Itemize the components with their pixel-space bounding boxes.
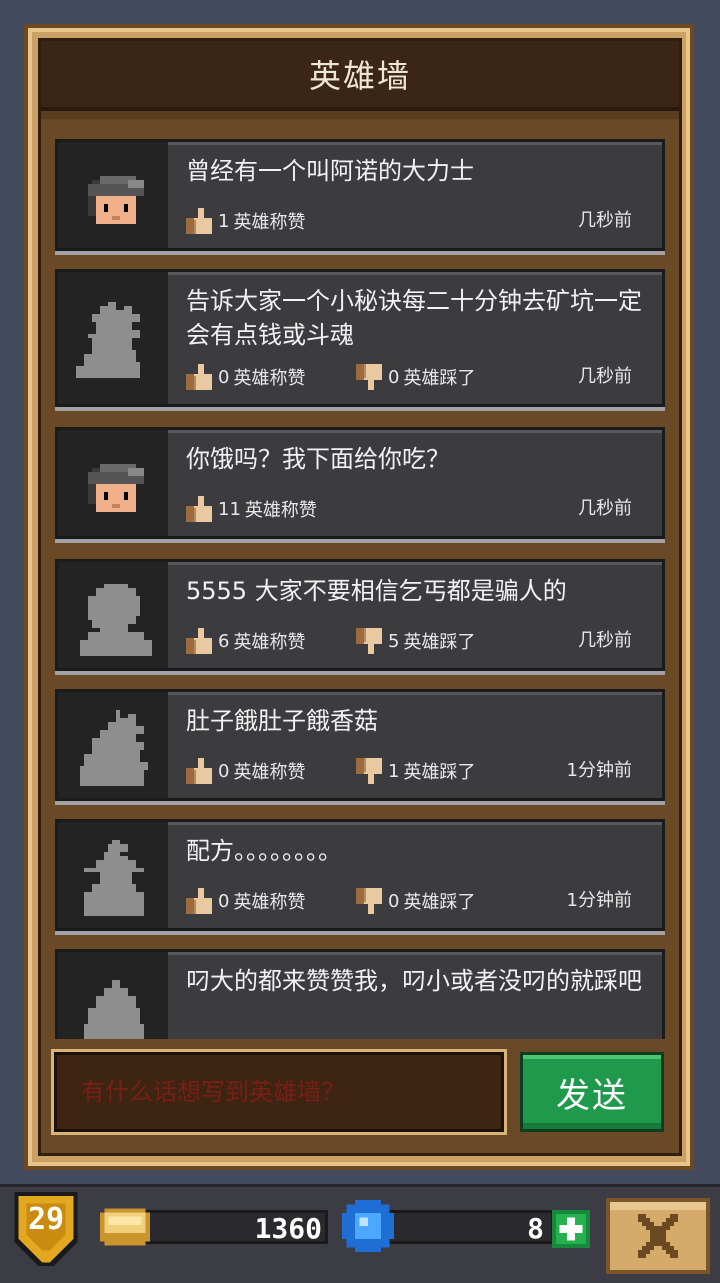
thumbs-up-icon — [186, 888, 212, 914]
message-card: 配方。。。。。。。。 0 英雄称赞 0 英雄踩了 1分钟前 — [55, 819, 665, 931]
gem-amount: 8 — [527, 1212, 544, 1245]
avatar-frame — [58, 142, 168, 248]
thumbs-down-icon — [356, 888, 382, 914]
message-card: 5555 大家不要相信乞丐都是骗人的 6 英雄称赞 5 英雄踩了 几秒前 — [55, 559, 665, 671]
post-time: 几秒前 — [578, 630, 632, 651]
post-time: 几秒前 — [578, 366, 632, 387]
blue-gem-icon — [342, 1200, 394, 1252]
thumbs-down-icon — [356, 628, 382, 654]
title-bar: 英雄墙 — [41, 41, 679, 111]
message-text: 告诉大家一个小秘诀每二十分钟去矿坑一定会有点钱或斗魂 — [186, 287, 642, 349]
message-text: 你饿吗？我下面给你吃？ — [186, 445, 450, 473]
like-count: 1 — [218, 210, 230, 232]
thumbs-up-icon — [186, 628, 212, 654]
dislike-count: 5 — [388, 630, 400, 652]
like-label: 英雄称赞 — [233, 632, 306, 653]
thumbs-up-icon — [186, 364, 212, 390]
thumbs-down-icon — [356, 364, 382, 390]
spiky-silhouette-avatar — [76, 302, 140, 378]
like-label: 英雄称赞 — [233, 212, 306, 233]
gold-coin-icon — [100, 1208, 150, 1246]
like-button[interactable]: 0 英雄称赞 — [186, 758, 305, 784]
thumbs-up-icon — [186, 496, 212, 522]
like-label: 英雄称赞 — [233, 368, 306, 389]
add-gems-button[interactable] — [552, 1210, 590, 1248]
message-text: 肚子餓肚子餓香菇 — [186, 707, 378, 735]
message-list[interactable]: 曾经有一个叫阿诺的大力士 1 英雄称赞 几秒前 告诉大家一个小秘诀每二十分钟去矿… — [41, 119, 679, 1039]
like-button[interactable]: 0 英雄称赞 — [186, 364, 305, 390]
message-text: 配方。。。。。。。。 — [186, 837, 342, 865]
message-card: 告诉大家一个小秘诀每二十分钟去矿坑一定会有点钱或斗魂 0 英雄称赞 0 英雄踩了… — [55, 269, 665, 407]
message-text: 曾经有一个叫阿诺的大力士 — [186, 157, 474, 185]
drop-silhouette-avatar — [84, 980, 144, 1039]
message-input-box[interactable] — [54, 1052, 504, 1132]
avatar-frame — [58, 822, 168, 928]
message-card: 你饿吗？我下面给你吃？ 11 英雄称赞 几秒前 — [55, 427, 665, 539]
avatar-frame — [58, 692, 168, 798]
round-silhouette-avatar — [80, 584, 152, 656]
like-button[interactable]: 11 英雄称赞 — [186, 496, 317, 522]
avatar-frame — [58, 430, 168, 536]
player-level: 29 — [27, 1202, 65, 1237]
hat-silhouette-avatar — [84, 840, 144, 916]
like-label: 英雄称赞 — [244, 500, 317, 521]
like-count: 0 — [218, 760, 230, 782]
avatar-frame — [58, 562, 168, 668]
thumbs-down-icon — [356, 758, 382, 784]
like-button[interactable]: 6 英雄称赞 — [186, 628, 305, 654]
send-button[interactable]: 发送 — [520, 1052, 664, 1132]
like-count: 6 — [218, 630, 230, 652]
thumbs-up-icon — [186, 758, 212, 784]
post-time: 几秒前 — [578, 210, 632, 231]
close-button[interactable] — [606, 1198, 710, 1274]
dislike-button[interactable]: 0 英雄踩了 — [356, 888, 475, 914]
like-button[interactable]: 0 英雄称赞 — [186, 888, 305, 914]
wild-silhouette-avatar — [80, 710, 148, 786]
message-text: 叼大的都来赞赞我，叼小或者没叼的就踩吧 — [186, 967, 642, 995]
post-time: 1分钟前 — [566, 760, 632, 781]
post-time: 1分钟前 — [566, 890, 632, 911]
avatar-frame — [58, 272, 168, 404]
message-card: 肚子餓肚子餓香菇 0 英雄称赞 1 英雄踩了 1分钟前 — [55, 689, 665, 801]
helmet-hero-avatar — [88, 176, 144, 224]
avatar-frame — [58, 952, 168, 1039]
dislike-button[interactable]: 1 英雄踩了 — [356, 758, 475, 784]
like-count: 11 — [218, 498, 241, 520]
dislike-label: 英雄踩了 — [403, 892, 476, 913]
gold-amount: 1360 — [254, 1212, 322, 1245]
like-count: 0 — [218, 890, 230, 912]
dislike-label: 英雄踩了 — [403, 762, 476, 783]
message-card: 叼大的都来赞赞我，叼小或者没叼的就踩吧 — [55, 949, 665, 1039]
message-card: 曾经有一个叫阿诺的大力士 1 英雄称赞 几秒前 — [55, 139, 665, 251]
dislike-button[interactable]: 0 英雄踩了 — [356, 364, 475, 390]
like-button[interactable]: 1 英雄称赞 — [186, 208, 305, 234]
message-text: 5555 大家不要相信乞丐都是骗人的 — [186, 577, 567, 605]
helmet-hero-avatar — [88, 464, 144, 512]
page-title: 英雄墙 — [308, 57, 411, 95]
dislike-count: 0 — [388, 890, 400, 912]
dislike-count: 1 — [388, 760, 400, 782]
dislike-label: 英雄踩了 — [403, 368, 476, 389]
dislike-label: 英雄踩了 — [403, 632, 476, 653]
like-label: 英雄称赞 — [233, 892, 306, 913]
like-label: 英雄称赞 — [233, 762, 306, 783]
dislike-count: 0 — [388, 366, 400, 388]
message-input[interactable] — [57, 1055, 501, 1129]
dislike-button[interactable]: 5 英雄踩了 — [356, 628, 475, 654]
post-time: 几秒前 — [578, 498, 632, 519]
thumbs-up-icon — [186, 208, 212, 234]
title-divider — [41, 111, 679, 119]
like-count: 0 — [218, 366, 230, 388]
